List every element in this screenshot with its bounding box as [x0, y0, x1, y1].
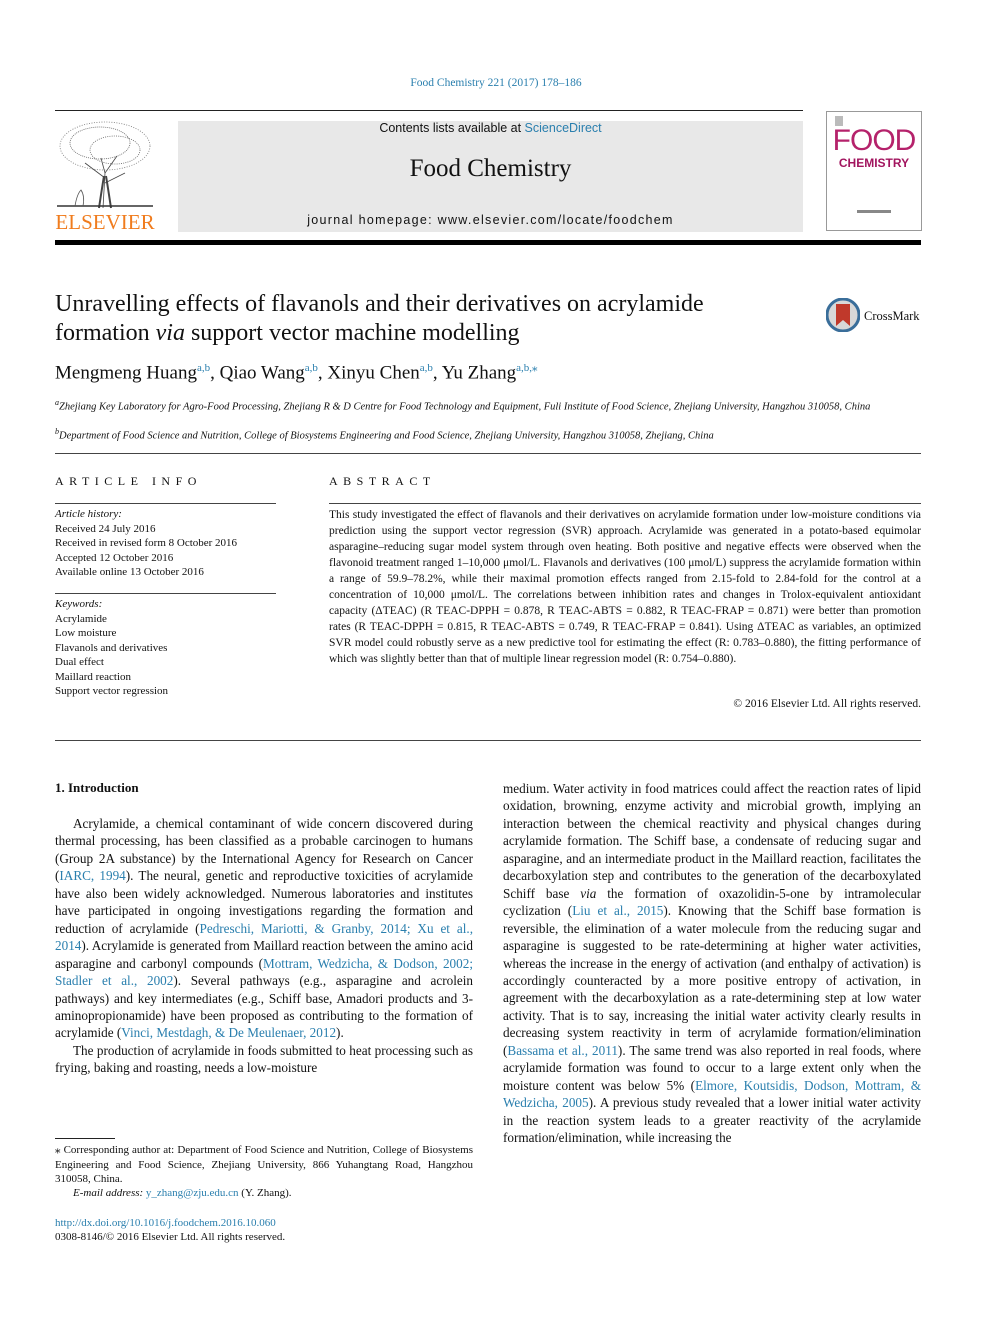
- citation-link[interactable]: Bassama et al., 2011: [507, 1043, 618, 1058]
- keyword-item: Flavanols and derivatives: [55, 641, 168, 654]
- sciencedirect-link[interactable]: ScienceDirect: [525, 121, 602, 135]
- journal-name: Food Chemistry: [409, 155, 572, 182]
- history-item: Received in revised form 8 October 2016: [55, 537, 238, 549]
- header-rule: [55, 110, 803, 111]
- email-line: E-mail address: y_zhang@zju.edu.cn (Y. Z…: [73, 1187, 292, 1199]
- crossmark-icon[interactable]: [825, 297, 861, 333]
- header-thick-rule: [55, 240, 921, 245]
- corresponding-author-note: ⁎ Corresponding author at: Department of…: [55, 1144, 473, 1185]
- abstract-text: This study investigated the effect of fl…: [329, 509, 921, 665]
- cover-title-food: FOOD: [832, 124, 917, 157]
- body-paragraph: Acrylamide, a chemical contaminant of wi…: [55, 815, 473, 1042]
- citation-link[interactable]: IARC, 1994: [59, 868, 125, 883]
- history-item: Received 24 July 2016: [55, 522, 156, 535]
- divider: [55, 453, 921, 454]
- citation-link[interactable]: Vinci, Mestdagh, & De Meulenaer, 2012: [121, 1025, 336, 1040]
- text-run: medium. Water activity in food matrices …: [503, 781, 921, 901]
- keyword-item: Support vector regression: [55, 685, 169, 697]
- journal-homepage-link[interactable]: journal homepage: www.elsevier.com/locat…: [178, 213, 803, 227]
- body-column-right: medium. Water activity in food matrices …: [503, 780, 921, 1147]
- text-run: ). Knowing that the Schiff base formatio…: [503, 903, 921, 1058]
- cover-footer-text: [857, 210, 891, 213]
- affiliation-b: bDepartment of Food Science and Nutritio…: [55, 427, 714, 442]
- author-name[interactable]: Mengmeng Huang: [55, 362, 197, 383]
- text-run: The production of acrylamide in foods su…: [55, 1042, 473, 1076]
- author-affiliation-marker[interactable]: a,b: [305, 362, 318, 374]
- footnote-rule: [55, 1138, 115, 1139]
- citation-link[interactable]: Liu et al., 2015: [572, 903, 663, 918]
- keyword-item: Acrylamide: [55, 612, 107, 625]
- author-name[interactable]: Yu Zhang: [442, 362, 516, 383]
- keywords: Keywords: Acrylamide Low moisture Flavan…: [55, 597, 168, 699]
- author-name[interactable]: Qiao Wang: [220, 362, 305, 383]
- email-link[interactable]: y_zhang@zju.edu.cn: [146, 1187, 239, 1199]
- doi-link[interactable]: http://dx.doi.org/10.1016/j.foodchem.201…: [55, 1217, 276, 1229]
- contents-prefix: Contents lists available at: [379, 121, 525, 135]
- author-name[interactable]: Xinyu Chen: [327, 362, 419, 383]
- journal-reference-link[interactable]: Food Chemistry 221 (2017) 178–186: [0, 77, 992, 89]
- email-label: E-mail address:: [73, 1187, 146, 1199]
- body-paragraph: medium. Water activity in food matrices …: [503, 780, 921, 1147]
- author-affiliation-marker[interactable]: a,b: [197, 362, 210, 374]
- divider: [55, 503, 276, 504]
- journal-masthead: Contents lists available at ScienceDirec…: [178, 121, 803, 232]
- text-run: ).: [336, 1025, 344, 1041]
- history-label: Article history:: [55, 508, 122, 520]
- elsevier-wordmark: ELSEVIER: [55, 210, 155, 234]
- body-column-left: Acrylamide, a chemical contaminant of wi…: [55, 815, 473, 1077]
- journal-cover-thumbnail[interactable]: FOOD CHEMISTRY: [826, 111, 922, 231]
- article-title: Unravelling effects of flavanols and the…: [55, 291, 704, 346]
- abstract-copyright: © 2016 Elsevier Ltd. All rights reserved…: [733, 698, 921, 710]
- divider: [55, 740, 921, 741]
- history-item: Accepted 12 October 2016: [55, 551, 174, 564]
- affiliation-a: aZhejiang Key Laboratory for Agro-Food P…: [55, 398, 871, 413]
- issn-copyright: 0308-8146/© 2016 Elsevier Ltd. All right…: [55, 1231, 286, 1243]
- divider: [55, 593, 276, 594]
- italic-text: via: [580, 885, 597, 901]
- divider: [329, 503, 921, 504]
- keyword-item: Low moisture: [55, 627, 117, 639]
- keywords-label: Keywords:: [55, 598, 103, 610]
- cover-title-chemistry: CHEMISTRY: [838, 156, 910, 170]
- article-history: Article history: Received 24 July 2016 R…: [55, 507, 237, 580]
- history-item: Available online 13 October 2016: [55, 566, 204, 578]
- author-affiliation-marker[interactable]: a,b,⁎: [516, 362, 537, 374]
- section-heading-introduction: 1. Introduction: [55, 780, 139, 795]
- keyword-item: Maillard reaction: [55, 670, 132, 683]
- article-info-heading: ARTICLE INFO: [55, 474, 202, 488]
- author-list: Mengmeng Huanga,b, Qiao Wanga,b, Xinyu C…: [55, 362, 538, 384]
- crossmark-label[interactable]: CrossMark: [864, 309, 920, 324]
- keyword-item: Dual effect: [55, 656, 104, 668]
- abstract-heading: ABSTRACT: [329, 474, 436, 488]
- body-paragraph: The production of acrylamide in foods su…: [55, 1042, 473, 1077]
- author-affiliation-marker[interactable]: a,b: [420, 362, 433, 374]
